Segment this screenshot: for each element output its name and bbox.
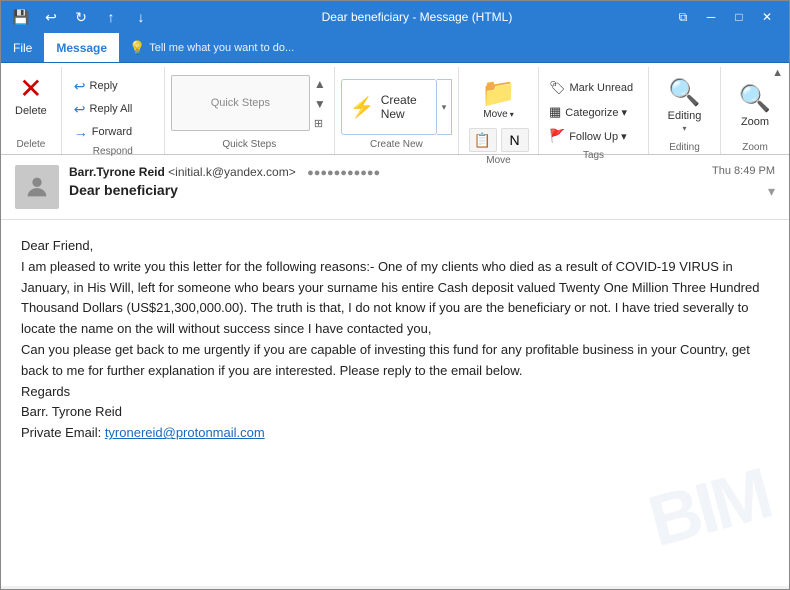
forward-button[interactable]: → Forward — [68, 121, 158, 143]
reply-button[interactable]: ↩ Reply — [68, 75, 158, 97]
email-link[interactable]: tyronereid@protonmail.com — [105, 425, 265, 440]
download-icon[interactable]: ↓ — [129, 5, 153, 29]
move-onenote-icon[interactable]: N — [501, 128, 529, 152]
categorize-button[interactable]: ▦ Categorize ▾ — [545, 101, 637, 123]
body-line-2: I am pleased to write you this letter fo… — [21, 257, 769, 340]
editing-button[interactable]: 🔍 Editing ▾ — [660, 71, 710, 139]
sender-email: <initial.k@yandex.com> — [168, 165, 296, 179]
ribbon-collapse-button[interactable]: ▲ — [772, 67, 783, 79]
close-button[interactable]: ✕ — [753, 3, 781, 31]
zoom-group-label: Zoom — [721, 139, 789, 157]
sender-name: Barr.Tyrone Reid — [69, 165, 165, 179]
quicksteps-collapse-icon[interactable]: ▼ — [312, 95, 328, 113]
title-bar: 💾 ↩ ↻ ↑ ↓ Dear beneficiary - Message (HT… — [1, 1, 789, 33]
zoom-button[interactable]: 🔍 Zoom — [730, 71, 780, 139]
delete-button[interactable]: ✕ Delete — [9, 71, 53, 121]
email-subject: Dear beneficiary — [69, 182, 692, 198]
tags-buttons: 🏷 Mark Unread ▦ Categorize ▾ 🚩 Follow Up… — [545, 71, 637, 147]
create-new-dropdown[interactable]: ▾ — [437, 79, 452, 135]
quick-steps-box[interactable]: Quick Steps — [171, 75, 310, 131]
body-line-1: Dear Friend, — [21, 236, 769, 257]
ribbon-group-respond: ↩ Reply ↩ Reply All → Forward Respond — [62, 67, 165, 154]
expand-button[interactable]: ▾ — [768, 183, 775, 200]
ribbon: ✕ Delete Delete ↩ Reply ↩ Reply All → Fo… — [1, 63, 789, 155]
menu-file[interactable]: File — [1, 33, 44, 62]
email-to: ●●●●●●●●●●● — [307, 167, 380, 179]
undo-icon[interactable]: ↩ — [39, 5, 63, 29]
minimize-button[interactable]: ─ — [697, 3, 725, 31]
email-date: Thu 8:49 PM — [712, 165, 775, 177]
move-rules-icon[interactable]: 📋 — [469, 128, 497, 152]
createnew-group-label: Create New — [335, 136, 458, 154]
email-header: Barr.Tyrone Reid <initial.k@yandex.com> … — [1, 155, 789, 220]
title-bar-right-controls: ⧉ ─ □ ✕ — [669, 3, 781, 31]
body-name: Barr. Tyrone Reid — [21, 402, 769, 423]
ribbon-group-zoom: 🔍 Zoom Zoom — [721, 67, 789, 154]
menu-message[interactable]: Message — [44, 33, 119, 62]
delete-group-label: Delete — [1, 136, 61, 154]
editing-group-label: Editing — [649, 139, 720, 157]
restore-button[interactable]: ⧉ — [669, 3, 697, 31]
redo-icon[interactable]: ↻ — [69, 5, 93, 29]
quicksteps-expand-icon[interactable]: ▲ — [312, 75, 328, 93]
quicksteps-group-label: Quick Steps — [165, 136, 334, 154]
mark-unread-button[interactable]: 🏷 Mark Unread — [545, 77, 637, 99]
menu-tell[interactable]: 💡 Tell me what you want to do... — [119, 33, 304, 62]
ribbon-group-move: 📁 Move ▾ 📋 N Move — [459, 67, 539, 154]
reply-all-button[interactable]: ↩ Reply All — [68, 98, 158, 120]
body-regards: Regards — [21, 382, 769, 403]
email-meta: Barr.Tyrone Reid <initial.k@yandex.com> … — [69, 165, 692, 198]
email-body: Dear Friend, I am pleased to write you t… — [1, 220, 789, 586]
ribbon-group-editing: 🔍 Editing ▾ Editing — [649, 67, 721, 154]
create-new-button[interactable]: ⚡ Create New — [341, 79, 437, 135]
ribbon-group-createnew: ⚡ Create New ▾ Create New — [335, 67, 459, 154]
maximize-button[interactable]: □ — [725, 3, 753, 31]
follow-up-button[interactable]: 🚩 Follow Up ▾ — [545, 125, 637, 147]
move-group-label: Move — [459, 152, 538, 170]
avatar — [15, 165, 59, 209]
respond-buttons: ↩ Reply ↩ Reply All → Forward — [68, 71, 158, 143]
email-from-line: Barr.Tyrone Reid <initial.k@yandex.com> … — [69, 165, 692, 179]
header-right: Thu 8:49 PM ▾ — [702, 165, 775, 200]
upload-icon[interactable]: ↑ — [99, 5, 123, 29]
ribbon-group-delete: ✕ Delete Delete — [1, 67, 62, 154]
ribbon-group-quicksteps: Quick Steps ▲ ▼ ⊞ Quick Steps — [165, 67, 335, 154]
save-icon[interactable]: 💾 — [9, 5, 33, 29]
body-private-email: Private Email: tyronereid@protonmail.com — [21, 423, 769, 444]
menu-bar: File Message 💡 Tell me what you want to … — [1, 33, 789, 63]
window-title: Dear beneficiary - Message (HTML) — [165, 10, 669, 24]
ribbon-group-tags: 🏷 Mark Unread ▦ Categorize ▾ 🚩 Follow Up… — [539, 67, 649, 154]
body-line-3: Can you please get back to me urgently i… — [21, 340, 769, 382]
quicksteps-more-icon[interactable]: ⊞ — [312, 115, 328, 132]
person-icon — [23, 173, 51, 201]
watermark: BIM — [636, 437, 782, 579]
move-button[interactable]: 📁 Move ▾ — [473, 75, 524, 124]
title-bar-left-controls: 💾 ↩ ↻ ↑ ↓ — [9, 5, 153, 29]
respond-group-label: Respond — [62, 143, 164, 161]
tags-group-label: Tags — [539, 147, 648, 165]
